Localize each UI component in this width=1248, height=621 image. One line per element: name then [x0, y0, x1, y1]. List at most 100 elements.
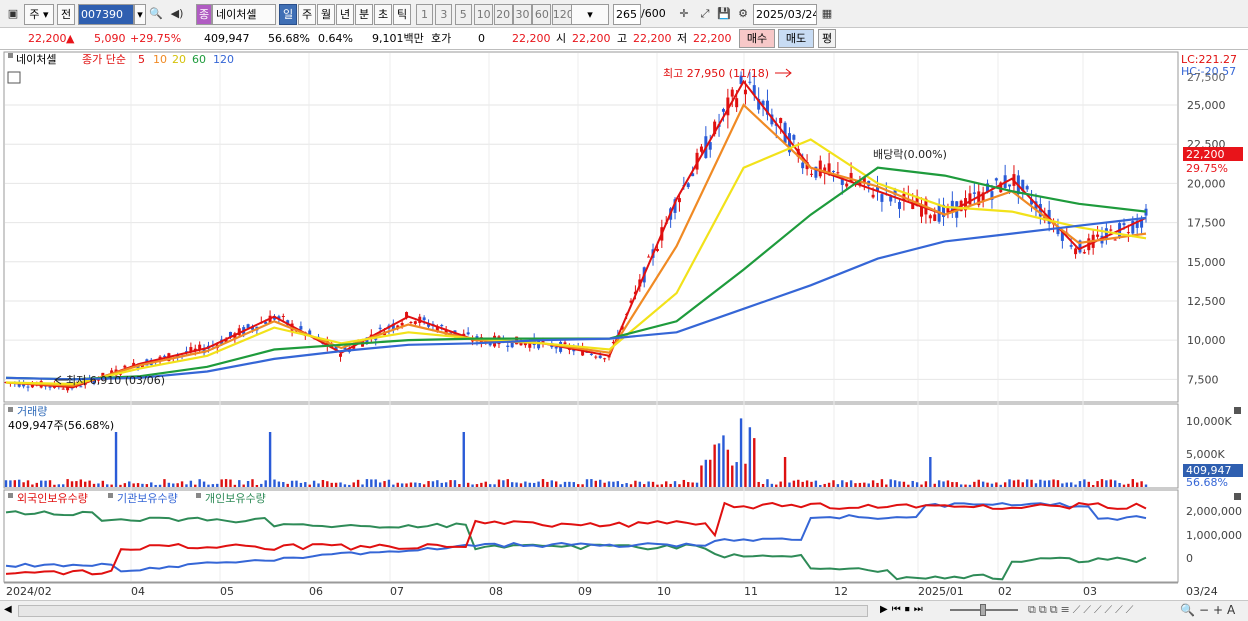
volume-bar: [189, 480, 193, 487]
candle-body: [880, 194, 884, 202]
volume-bar: [1083, 479, 1086, 487]
volume-bar: [845, 482, 848, 487]
volume-bar: [973, 481, 976, 487]
volume-bar: [22, 482, 25, 487]
period-select[interactable]: 주 ▾: [24, 4, 54, 25]
scrollbar-track[interactable]: [18, 605, 868, 617]
price-tick: 20,000: [1187, 177, 1226, 190]
volume-bar: [577, 484, 580, 487]
holdings-axis-0: 0: [1186, 552, 1193, 565]
gear-icon[interactable]: ⚙: [734, 5, 752, 24]
volume-bar: [735, 462, 738, 487]
prev-button[interactable]: 전: [57, 4, 75, 25]
window-icon[interactable]: ▣: [4, 5, 22, 24]
volume-bar: [779, 481, 782, 487]
volume-bar: [550, 480, 553, 487]
volume-bar: [603, 482, 606, 487]
candle-body: [409, 322, 413, 324]
candle-body: [818, 160, 822, 177]
chart-area[interactable]: 네이처셀 종가 단순 5 10 20 60 120 LC:221.27 HC:-…: [0, 50, 1248, 621]
volume-bar: [585, 479, 589, 487]
zoom-slider-handle[interactable]: [980, 604, 986, 616]
stock-code-input[interactable]: 007390: [78, 4, 134, 25]
volume-bar: [97, 483, 100, 487]
volume-title: 거래량: [17, 405, 47, 418]
volume-bar: [414, 482, 417, 487]
close-icon[interactable]: [1234, 407, 1241, 414]
volume-bar: [889, 479, 892, 487]
volume-bar: [268, 432, 272, 487]
save-icon[interactable]: 💾: [715, 5, 733, 24]
volume-bar: [1091, 484, 1095, 487]
draw-tool-icon[interactable]: ⤢: [696, 5, 714, 24]
stock-name: 네이처셀: [212, 4, 276, 25]
current-price: 22,200: [28, 32, 67, 45]
tab-0[interactable]: 일: [279, 4, 297, 25]
interval-5[interactable]: 5: [454, 4, 472, 25]
volume-bar: [612, 481, 615, 487]
volume-bar: [766, 479, 769, 487]
volume-bar: [35, 482, 39, 487]
buy-button[interactable]: 매수: [739, 29, 775, 48]
tab-6[interactable]: 틱: [393, 4, 411, 25]
x-tick: 12: [834, 585, 848, 598]
open-price: 22,200: [572, 32, 611, 45]
tab-1[interactable]: 주: [298, 4, 316, 25]
candle-body: [26, 386, 30, 388]
interval-20[interactable]: 20: [493, 4, 513, 25]
volume-bar: [167, 482, 171, 487]
volume-bar: [356, 479, 360, 487]
scroll-left-icon[interactable]: ◀: [4, 604, 12, 615]
candle-body: [299, 326, 303, 330]
tab-2[interactable]: 월: [317, 4, 335, 25]
tab-5[interactable]: 초: [374, 4, 392, 25]
volume-bar: [568, 481, 571, 487]
volume-bar: [277, 481, 281, 487]
volume-bar: [466, 482, 470, 487]
grid-toggle-icon[interactable]: [7, 71, 21, 84]
speaker-icon[interactable]: ◀): [168, 5, 186, 24]
candle-body: [699, 146, 703, 152]
x-tick: 06: [309, 585, 323, 598]
calendar-icon[interactable]: ▦: [818, 5, 836, 24]
volume-bar: [832, 480, 835, 487]
candle-body: [61, 388, 65, 390]
zoom-icons[interactable]: 🔍−+A: [1180, 603, 1239, 617]
ma-legend-10: 10: [153, 53, 167, 66]
volume-bar: [255, 484, 259, 487]
volume-bar: [317, 483, 320, 487]
code-dropdown[interactable]: ▾: [134, 4, 146, 25]
volume-bar: [1100, 479, 1104, 487]
count-input[interactable]: 265: [613, 4, 641, 25]
sell-button[interactable]: 매도: [778, 29, 814, 48]
volume-bar: [9, 480, 12, 487]
interval-10[interactable]: 10: [474, 4, 494, 25]
interval-dropdown[interactable]: ▾: [571, 4, 609, 25]
candle-body: [871, 194, 875, 198]
candle-body: [1096, 234, 1100, 237]
close-icon[interactable]: [1234, 493, 1241, 500]
search-icon[interactable]: 🔍: [147, 5, 165, 24]
candle-body: [339, 353, 343, 357]
scroll-nav-icons[interactable]: ▶⏮⏹⏭: [880, 604, 927, 615]
crosshair-icon[interactable]: ✛: [675, 5, 693, 24]
volume-bar: [422, 484, 426, 487]
volume-bar: [757, 481, 760, 487]
low-label: 저: [677, 32, 688, 45]
eval-button[interactable]: 평: [818, 29, 836, 48]
interval-60[interactable]: 60: [532, 4, 552, 25]
x-tick: 08: [489, 585, 503, 598]
interval-3[interactable]: 3: [435, 4, 453, 25]
volume-bar: [334, 482, 338, 487]
volume-bar: [594, 480, 598, 487]
drawing-tool-icons[interactable]: ⧉⧉⧉≡⟋⟋⟋⟋⟋⟋: [1028, 603, 1136, 617]
interval-1[interactable]: 1: [416, 4, 433, 25]
tab-4[interactable]: 분: [355, 4, 373, 25]
volume-bar: [57, 484, 61, 487]
interval-30[interactable]: 30: [513, 4, 532, 25]
date-input[interactable]: 2025/03/24: [753, 4, 817, 25]
volume-bar: [1113, 480, 1117, 487]
candle-body: [1008, 184, 1012, 187]
volume-bar: [246, 481, 250, 487]
tab-3[interactable]: 년: [336, 4, 354, 25]
